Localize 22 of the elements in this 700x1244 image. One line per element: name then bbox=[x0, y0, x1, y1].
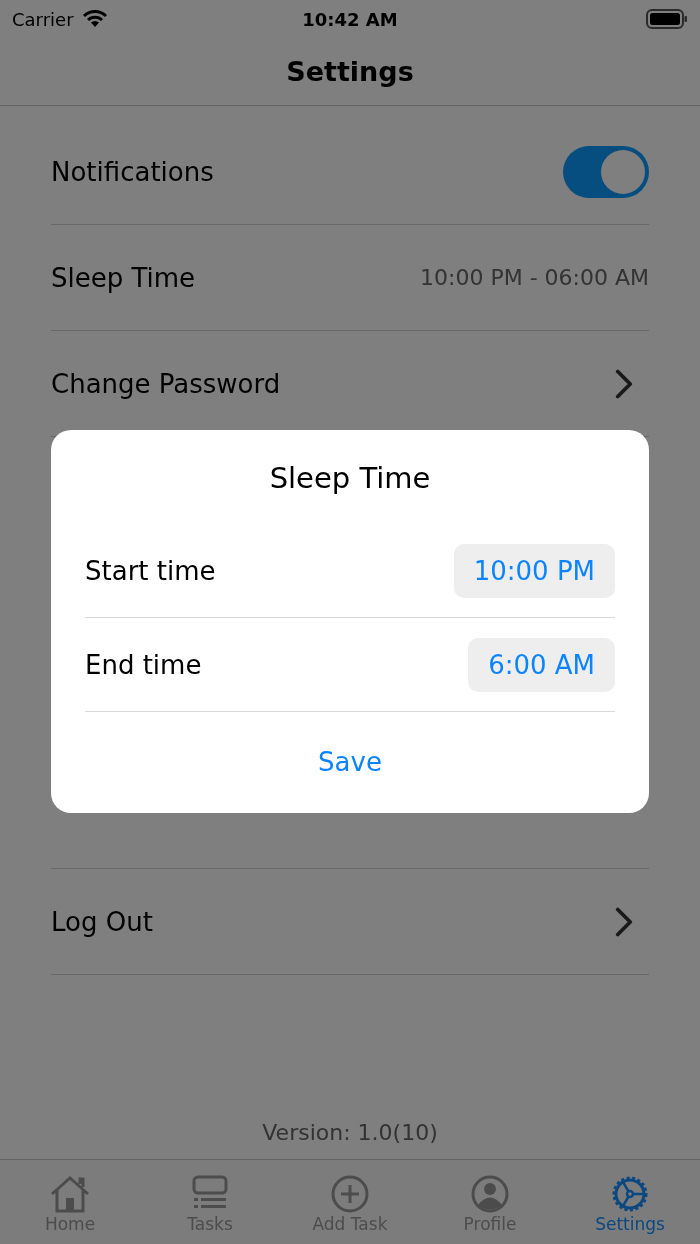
time-picker[interactable]: 6:00 AM bbox=[468, 637, 615, 692]
version-label: Version: 1.0(10) bbox=[262, 1120, 438, 1145]
chevron-icon bbox=[615, 906, 633, 937]
tab-item[interactable]: Settings bbox=[560, 1160, 700, 1244]
row-label: Sleep Time bbox=[51, 262, 196, 293]
row-label: Notifications bbox=[51, 156, 214, 187]
notifications-toggle[interactable] bbox=[563, 145, 649, 198]
field-label: End time bbox=[85, 649, 202, 680]
battery-icon bbox=[646, 9, 688, 29]
dialog-title: Sleep Time bbox=[269, 461, 431, 495]
status-time: 10:42 AM bbox=[302, 8, 398, 30]
nav-title: Settings bbox=[286, 56, 414, 87]
time-picker[interactable]: 10:00 PM bbox=[453, 543, 615, 598]
save-button[interactable]: Save bbox=[312, 746, 388, 778]
row-value: 10:00 PM - 06:00 AM bbox=[420, 265, 649, 290]
chevron-icon bbox=[615, 368, 633, 399]
row-label: Change Password bbox=[51, 368, 281, 399]
row-label: Log Out bbox=[51, 906, 153, 937]
carrier-label: Carrier bbox=[12, 8, 74, 30]
wifi-icon bbox=[81, 10, 108, 28]
house-icon bbox=[48, 1174, 92, 1214]
field-label: Start time bbox=[85, 555, 216, 586]
